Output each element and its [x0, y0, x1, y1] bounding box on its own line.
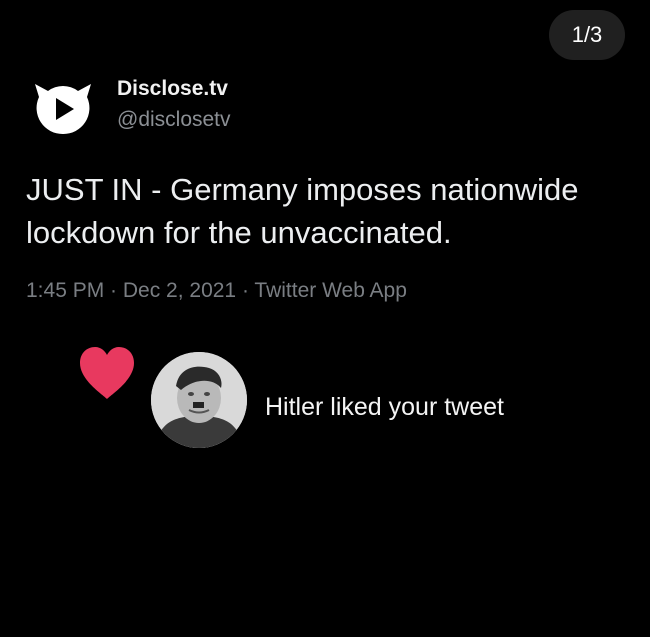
page-counter[interactable]: 1/3 — [549, 10, 625, 60]
notification-text: Hitler liked your tweet — [265, 393, 504, 421]
tweet-text: JUST IN - Germany imposes nationwide loc… — [26, 172, 579, 250]
tweet-meta: 1:45 PM · Dec 2, 2021 · Twitter Web App — [26, 279, 407, 302]
disclose-logo-icon[interactable] — [33, 79, 93, 137]
account-handle[interactable]: @disclosetv — [117, 108, 231, 132]
hitler-avatar[interactable] — [151, 352, 247, 448]
person-avatar-icon — [151, 352, 247, 448]
account-name[interactable]: Disclose.tv — [117, 77, 228, 101]
heart-icon — [80, 347, 134, 399]
